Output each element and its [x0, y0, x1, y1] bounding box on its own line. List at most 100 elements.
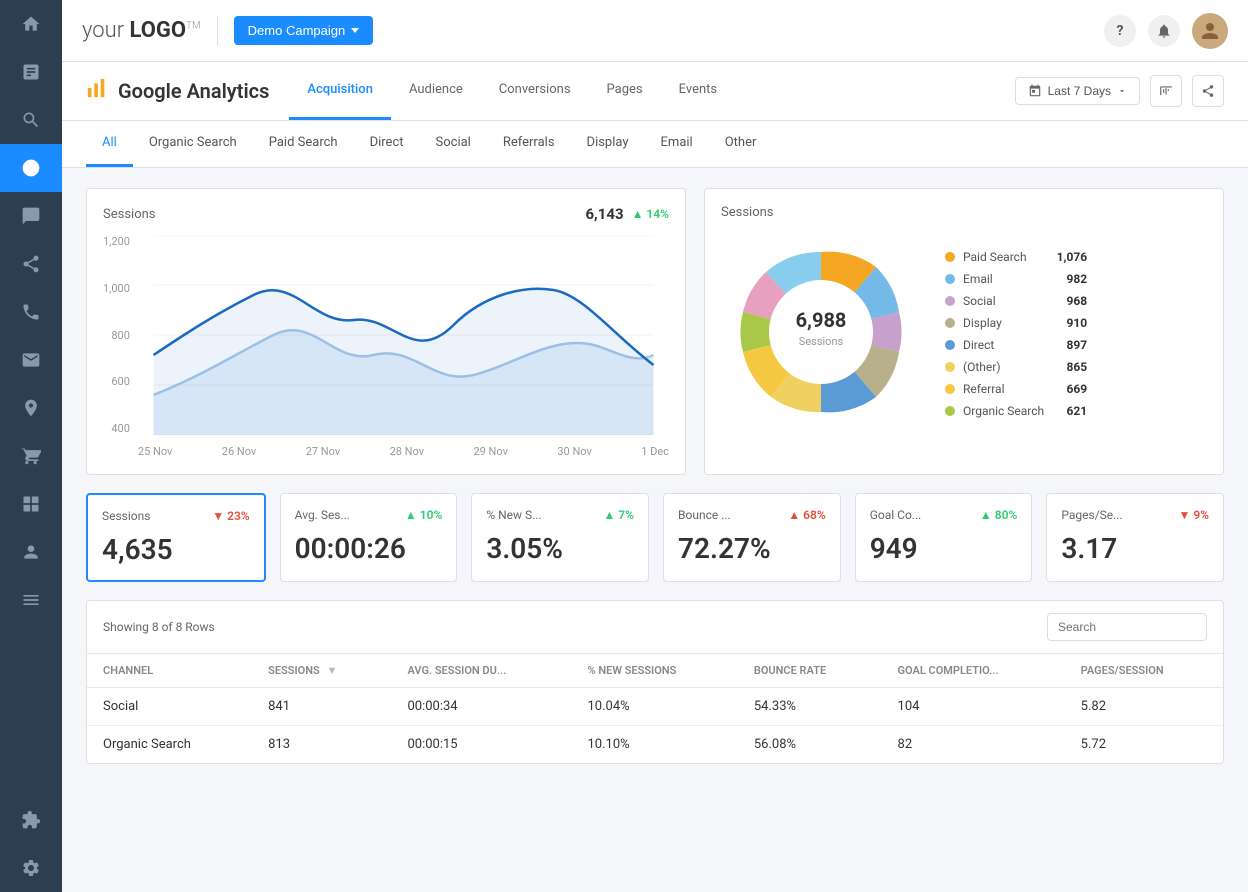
tab-events[interactable]: Events	[661, 62, 735, 120]
cell-avg-session: 00:00:34	[391, 688, 571, 726]
col-pct-new-sessions[interactable]: % NEW SESSIONS	[571, 654, 737, 688]
tab-pages[interactable]: Pages	[589, 62, 661, 120]
metric-avg-session-badge: ▲ 10%	[405, 508, 442, 522]
metric-pages-session[interactable]: Pages/Se... ▼ 9% 3.17	[1046, 493, 1224, 582]
subtab-other[interactable]: Other	[709, 121, 773, 167]
metric-new-sessions-badge: ▲ 7%	[603, 508, 634, 522]
nav-phone[interactable]	[0, 288, 62, 336]
nav-analytics[interactable]	[0, 144, 62, 192]
line-chart-title: Sessions	[103, 207, 156, 222]
nav-location[interactable]	[0, 384, 62, 432]
charts-row: Sessions 6,143 ▲ 14% 1,200 1,000 800 600	[86, 188, 1224, 475]
col-goal-completions[interactable]: GOAL COMPLETIO...	[882, 654, 1065, 688]
campaign-selector[interactable]: Demo Campaign	[234, 16, 374, 45]
line-chart-header: Sessions 6,143 ▲ 14%	[103, 205, 669, 223]
share-button[interactable]	[1192, 75, 1224, 107]
legend-dot-email	[945, 274, 955, 284]
x-axis-labels: 25 Nov 26 Nov 27 Nov 28 Nov 29 Nov 30 No…	[138, 439, 669, 458]
legend-organic-search: Organic Search 621	[945, 404, 1087, 418]
metric-sessions[interactable]: Sessions ▼ 23% 4,635	[86, 493, 266, 582]
metric-goal-completions-value: 949	[870, 532, 1018, 565]
metric-bounce-rate-badge: ▲ 68%	[788, 508, 825, 522]
subtab-display[interactable]: Display	[571, 121, 645, 167]
col-bounce-rate[interactable]: BOUNCE RATE	[738, 654, 882, 688]
legend-display: Display 910	[945, 316, 1087, 330]
line-chart-svg-container: 25 Nov 26 Nov 27 Nov 28 Nov 29 Nov 30 No…	[138, 235, 669, 458]
table-search-input[interactable]	[1047, 613, 1207, 641]
main-content: Sessions 6,143 ▲ 14% 1,200 1,000 800 600	[62, 168, 1248, 892]
nav-grid[interactable]	[0, 480, 62, 528]
subtab-referrals[interactable]: Referrals	[487, 121, 571, 167]
col-avg-session[interactable]: AVG. SESSION DU...	[391, 654, 571, 688]
subtab-email[interactable]: Email	[645, 121, 709, 167]
metric-new-sessions[interactable]: % New S... ▲ 7% 3.05%	[471, 493, 649, 582]
subtab-direct[interactable]: Direct	[354, 121, 420, 167]
page-title-area: Google Analytics	[86, 63, 269, 119]
metric-sessions-header: Sessions ▼ 23%	[102, 509, 250, 523]
sessions-line-chart-card: Sessions 6,143 ▲ 14% 1,200 1,000 800 600	[86, 188, 686, 475]
tab-conversions[interactable]: Conversions	[481, 62, 589, 120]
col-sessions[interactable]: SESSIONS ▼	[252, 654, 391, 688]
subtab-social[interactable]: Social	[420, 121, 487, 167]
metric-pages-session-badge: ▼ 9%	[1178, 508, 1209, 522]
date-range-label: Last 7 Days	[1048, 84, 1111, 98]
legend-dot-display	[945, 318, 955, 328]
divider	[217, 16, 218, 46]
nav-list[interactable]	[0, 576, 62, 624]
y-axis-labels: 1,200 1,000 800 600 400	[103, 235, 138, 435]
legend-paid-search: Paid Search 1,076	[945, 250, 1087, 264]
legend-dot-paid-search	[945, 252, 955, 262]
donut-chart-wrap: 6,988 Sessions	[721, 232, 921, 436]
subtab-all[interactable]: All	[86, 121, 133, 167]
nav-chat[interactable]	[0, 192, 62, 240]
notifications-button[interactable]	[1148, 15, 1180, 47]
cell-pages: 5.72	[1065, 726, 1223, 764]
legend-email: Email 982	[945, 272, 1087, 286]
metric-goal-completions[interactable]: Goal Co... ▲ 80% 949	[855, 493, 1033, 582]
nav-cart[interactable]	[0, 432, 62, 480]
subtab-organic-search[interactable]: Organic Search	[133, 121, 253, 167]
legend-social: Social 968	[945, 294, 1087, 308]
metric-bounce-rate[interactable]: Bounce ... ▲ 68% 72.27%	[663, 493, 841, 582]
campaign-label: Demo Campaign	[248, 23, 346, 38]
cell-pct-new: 10.10%	[571, 726, 737, 764]
col-channel[interactable]: CHANNEL	[87, 654, 252, 688]
nav-social[interactable]	[0, 240, 62, 288]
nav-home[interactable]	[0, 0, 62, 48]
chart-view-button[interactable]	[1150, 75, 1182, 107]
help-button[interactable]: ?	[1104, 15, 1136, 47]
nav-settings[interactable]	[0, 844, 62, 892]
legend-dot-social	[945, 296, 955, 306]
line-chart-value: 6,143	[585, 205, 623, 223]
nav-plugin[interactable]	[0, 796, 62, 844]
legend-dot-other	[945, 362, 955, 372]
col-pages-session[interactable]: PAGES/SESSION	[1065, 654, 1223, 688]
metric-pages-session-header: Pages/Se... ▼ 9%	[1061, 508, 1209, 522]
left-navigation	[0, 0, 62, 892]
logo-tm: TM	[186, 21, 201, 32]
nav-person[interactable]	[0, 528, 62, 576]
metric-goal-completions-badge: ▲ 80%	[980, 508, 1017, 522]
nav-email[interactable]	[0, 336, 62, 384]
tab-acquisition[interactable]: Acquisition	[289, 62, 391, 120]
nav-search[interactable]	[0, 96, 62, 144]
metric-sessions-title: Sessions	[102, 509, 150, 523]
cell-channel: Organic Search	[87, 726, 252, 764]
cell-sessions: 841	[252, 688, 391, 726]
date-range-button[interactable]: Last 7 Days	[1015, 77, 1140, 105]
subtab-paid-search[interactable]: Paid Search	[253, 121, 354, 167]
metric-avg-session[interactable]: Avg. Ses... ▲ 10% 00:00:26	[280, 493, 458, 582]
user-avatar[interactable]	[1192, 13, 1228, 49]
page-title: Google Analytics	[118, 79, 269, 103]
cell-pages: 5.82	[1065, 688, 1223, 726]
table-header-row: CHANNEL SESSIONS ▼ AVG. SESSION DU... % …	[87, 654, 1223, 688]
legend-direct: Direct 897	[945, 338, 1087, 352]
top-bar: your LOGOTM Demo Campaign ?	[62, 0, 1248, 62]
legend-dot-referral	[945, 384, 955, 394]
tab-audience[interactable]: Audience	[391, 62, 481, 120]
svg-text:Sessions: Sessions	[799, 335, 844, 348]
cell-goal: 82	[882, 726, 1065, 764]
legend-dot-direct	[945, 340, 955, 350]
data-table-section: Showing 8 of 8 Rows CHANNEL SESSIONS ▼ A…	[86, 600, 1224, 764]
nav-reports[interactable]	[0, 48, 62, 96]
